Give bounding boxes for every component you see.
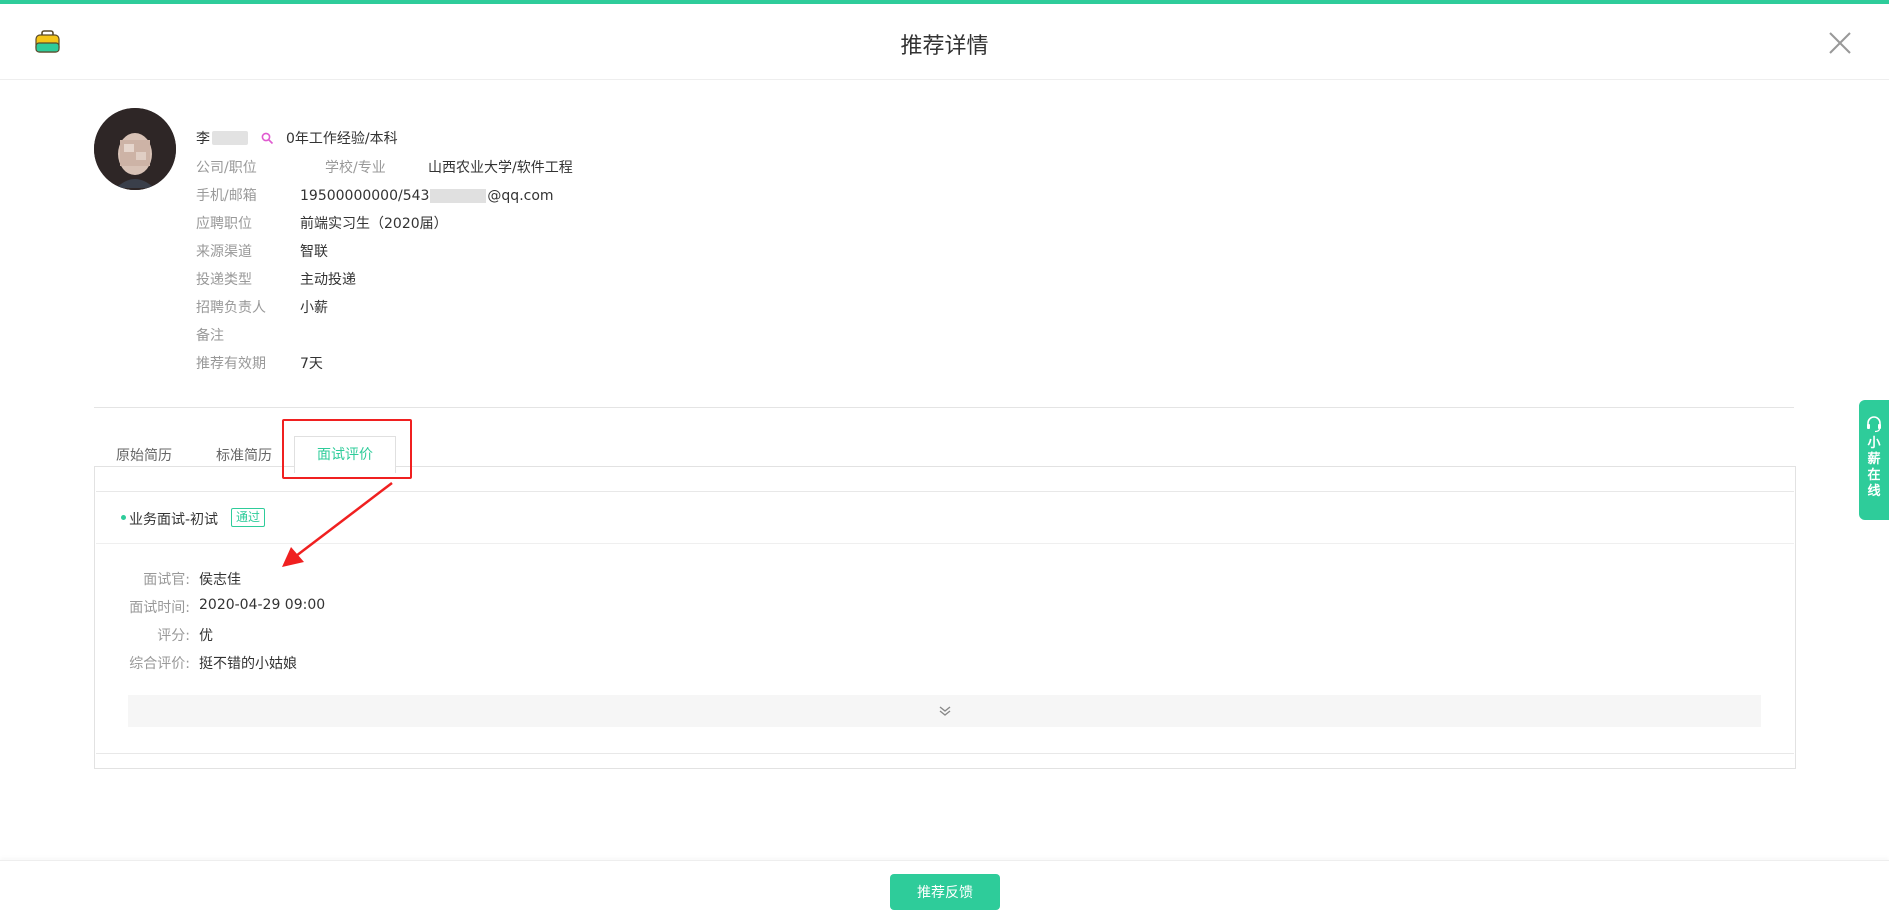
- overall-comment-label: 综合评价:: [129, 656, 190, 672]
- online-service-label: 小薪在线: [1867, 436, 1881, 499]
- info-label: 来源渠道: [196, 244, 252, 260]
- score-value: 优: [199, 628, 213, 644]
- annotation-highlight-box: [282, 419, 412, 479]
- expand-details-bar[interactable]: [128, 695, 1761, 727]
- interview-time-label: 面试时间:: [129, 600, 190, 616]
- experience-degree: 0年工作经验/本科: [286, 131, 398, 147]
- info-value: 主动投递: [300, 272, 356, 288]
- interviewer-value: 侯志佳: [199, 572, 241, 588]
- headset-icon: [1867, 416, 1881, 433]
- dialog-header: 推荐详情: [0, 4, 1889, 80]
- candidate-name: 李: [196, 131, 210, 147]
- evaluation-title: 业务面试-初试: [129, 512, 219, 528]
- score-label: 评分:: [157, 628, 190, 644]
- status-dot: [121, 515, 126, 520]
- dialog-title: 推荐详情: [900, 34, 989, 59]
- school-value: 山西农业大学/软件工程: [428, 160, 573, 176]
- tab-standard-resume[interactable]: 标准简历: [216, 441, 272, 471]
- interviewer-label: 面试官:: [143, 572, 190, 588]
- info-label: 手机/邮箱: [196, 188, 257, 204]
- info-label: 投递类型: [196, 272, 252, 288]
- info-value: 19500000000/543 @qq.com: [300, 188, 554, 204]
- info-value: 小薪: [300, 300, 328, 316]
- overall-comment-value: 挺不错的小姑娘: [199, 656, 297, 672]
- section-divider: [94, 407, 1794, 408]
- candidate-name-row: 李 0年工作经验/本科: [196, 129, 398, 147]
- interview-time-value: 2020-04-29 09:00: [199, 597, 326, 613]
- info-value: 前端实习生（2020届）: [300, 216, 448, 232]
- candidate-avatar: [94, 108, 176, 190]
- chevron-double-down-icon: [939, 706, 950, 716]
- evaluation-header: [96, 491, 1794, 544]
- online-service-tab[interactable]: 小薪在线: [1859, 400, 1889, 520]
- info-label: 应聘职位: [196, 216, 252, 232]
- info-label: 招聘负责人: [196, 300, 266, 316]
- status-badge: 通过: [231, 508, 266, 527]
- tab-original-resume[interactable]: 原始简历: [116, 441, 172, 471]
- info-label: 公司/职位: [196, 160, 257, 176]
- info-label: 备注: [196, 328, 224, 344]
- name-mask: [212, 131, 248, 145]
- close-icon[interactable]: [1827, 30, 1853, 56]
- info-label: 推荐有效期: [196, 356, 266, 372]
- info-value: 7天: [300, 356, 323, 372]
- female-icon: [261, 132, 274, 145]
- info-value: 智联: [300, 244, 328, 260]
- recommend-feedback-button[interactable]: 推荐反馈: [890, 874, 1000, 910]
- school-label: 学校/专业: [325, 160, 386, 176]
